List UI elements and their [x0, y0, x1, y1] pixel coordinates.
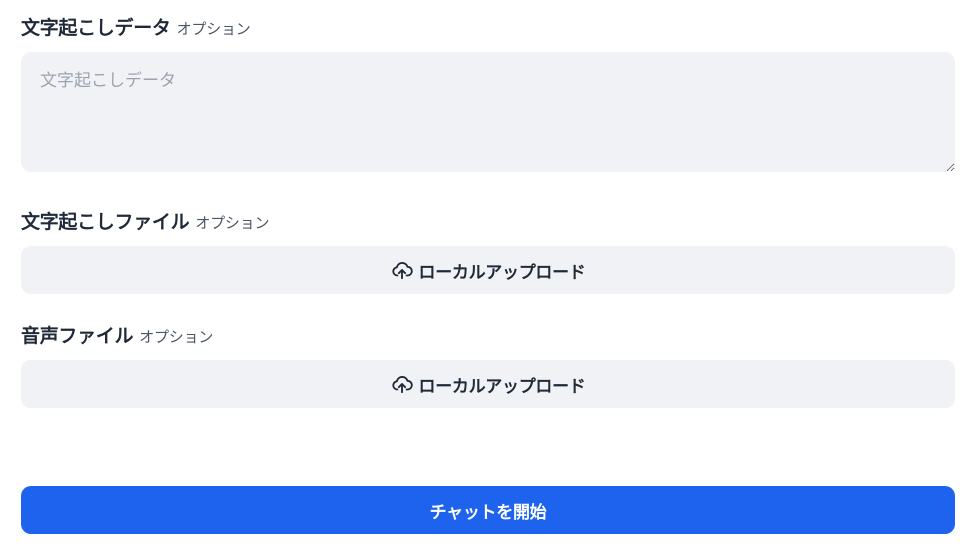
start-chat-button-label: チャットを開始	[429, 502, 547, 522]
transcript-file-upload-label: ローカルアップロード	[418, 262, 586, 282]
transcript-text-optional-tag: オプション	[176, 20, 251, 38]
transcript-file-label-row: 文字起こしファイル オプション	[21, 211, 955, 233]
transcript-text-label: 文字起こしデータ	[21, 17, 171, 39]
cloud-upload-icon	[391, 259, 413, 281]
form-page: 文字起こしデータ オプション 文字起こしファイル オプション ローカルアップロー…	[0, 0, 975, 549]
transcript-text-field: 文字起こしデータ オプション	[21, 17, 955, 39]
audio-file-optional-tag: オプション	[139, 328, 214, 346]
transcript-text-input-wrap	[21, 52, 955, 172]
audio-file-label-row: 音声ファイル オプション	[21, 325, 955, 347]
cloud-upload-icon	[391, 373, 413, 395]
transcript-file-upload-button[interactable]: ローカルアップロード	[21, 246, 955, 294]
transcript-text-label-row: 文字起こしデータ オプション	[21, 17, 955, 39]
audio-file-upload-label: ローカルアップロード	[418, 376, 586, 396]
start-chat-button[interactable]: チャットを開始	[21, 486, 955, 534]
transcript-text-input[interactable]	[21, 52, 955, 172]
audio-file-field: 音声ファイル オプション	[21, 325, 955, 347]
transcript-file-field: 文字起こしファイル オプション	[21, 211, 955, 233]
audio-file-upload-button[interactable]: ローカルアップロード	[21, 360, 955, 408]
audio-file-label: 音声ファイル	[21, 325, 134, 347]
transcript-file-optional-tag: オプション	[195, 214, 270, 232]
transcript-file-label: 文字起こしファイル	[21, 211, 190, 233]
